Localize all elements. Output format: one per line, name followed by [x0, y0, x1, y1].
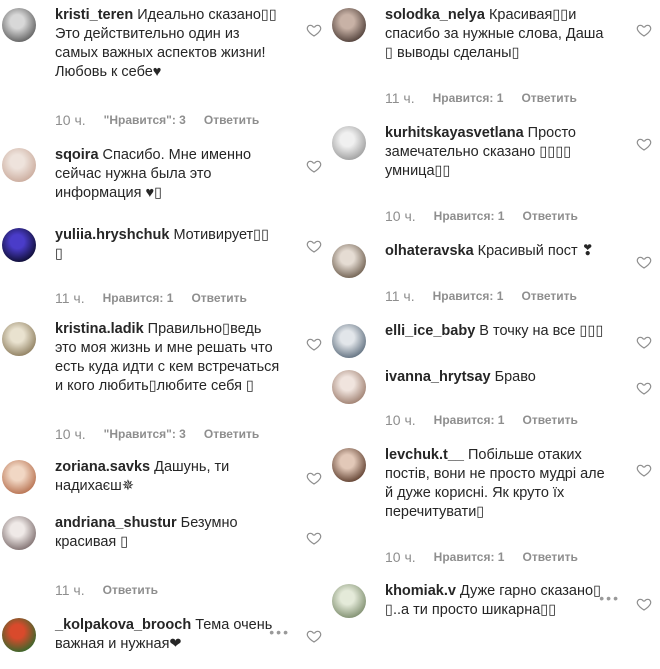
more-dots-icon[interactable]: •••	[599, 590, 620, 606]
avatar[interactable]	[332, 584, 366, 618]
avatar[interactable]	[2, 618, 36, 652]
comment-body: _kolpakova_brooch Тема очень важная и нуж…	[55, 616, 290, 654]
heart-icon[interactable]	[636, 596, 652, 612]
heart-icon[interactable]	[306, 628, 322, 644]
comment-username[interactable]: _kolpakova_brooch	[55, 617, 191, 633]
comment-item: _kolpakova_brooch Тема очень важная и нуж…	[0, 0, 330, 669]
more-dots-icon[interactable]: •••	[269, 624, 290, 640]
comment-item: khomiak.v Дуже гарно сказано▯ ▯..а ти про…	[330, 0, 660, 669]
comment-username[interactable]: khomiak.v	[385, 583, 456, 599]
comment-body: khomiak.v Дуже гарно сказано▯ ▯..а ти про…	[385, 582, 620, 620]
